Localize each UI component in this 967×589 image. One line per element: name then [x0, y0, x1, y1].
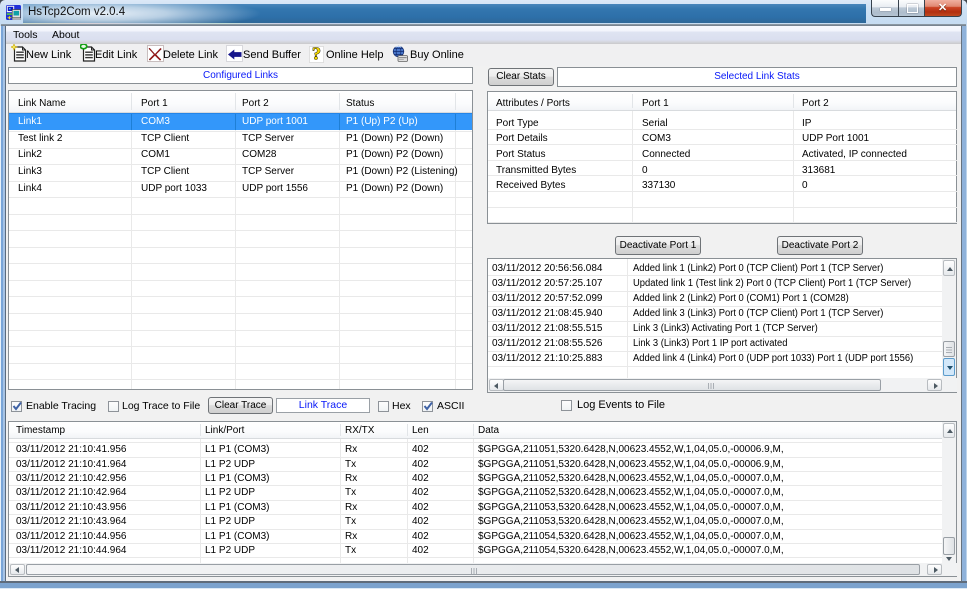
svg-text:?: ? — [312, 46, 321, 63]
